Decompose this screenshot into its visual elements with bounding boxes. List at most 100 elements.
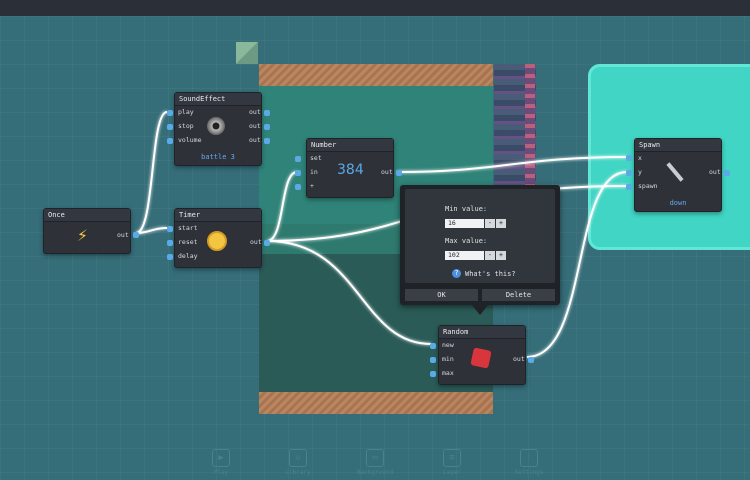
min-label: min — [442, 355, 454, 363]
settings-tab[interactable]: ⫶ Settings — [504, 449, 554, 476]
image-icon: ▭ — [366, 449, 384, 467]
plus-label: + — [310, 182, 314, 190]
bottom-toolbar: ▶ Play ◇ Library ▭ Background ≡ Layer ⫶ Setti… — [0, 445, 750, 480]
out-port[interactable] — [264, 138, 270, 144]
node-title: Random — [439, 326, 525, 339]
sliders-icon: ⫶ — [520, 449, 538, 467]
delay-label: delay — [178, 252, 198, 260]
max-increment-button[interactable]: + — [496, 251, 506, 260]
number-node[interactable]: Number set in + 384 out — [295, 138, 402, 198]
out-label: out — [709, 168, 721, 176]
background-tab-label: Background — [356, 469, 394, 476]
speaker-icon — [207, 117, 225, 135]
node-title: Once — [44, 209, 130, 222]
max-value-label: Max value: — [445, 237, 488, 245]
play-tab-label: Play — [213, 469, 229, 476]
flag-icon — [236, 42, 258, 64]
plus-port[interactable] — [295, 184, 301, 190]
out-label: out — [249, 136, 261, 144]
timer-node[interactable]: Timer start reset delay out — [167, 208, 270, 268]
play-icon: ▶ — [212, 449, 230, 467]
spawn-name: down — [669, 199, 687, 207]
x-port[interactable] — [626, 155, 632, 161]
sound-name: battle 3 — [201, 153, 235, 161]
layer-tab-label: Layer — [442, 469, 462, 476]
lightning-icon: ⚡ — [77, 225, 88, 246]
alarm-clock-icon — [207, 231, 227, 251]
settings-tab-label: Settings — [514, 469, 544, 476]
popup-body: Min value: 16 - + Max value: 102 - + ? W… — [405, 189, 555, 283]
min-decrement-button[interactable]: - — [485, 219, 495, 228]
out-label: out — [249, 108, 261, 116]
cube-icon: ◇ — [289, 449, 307, 467]
delay-port[interactable] — [167, 254, 173, 260]
once-node[interactable]: Once ⚡ out — [43, 208, 139, 254]
bottom-platform — [259, 392, 493, 414]
play-port[interactable] — [167, 110, 173, 116]
top-platform — [259, 64, 493, 86]
dice-icon — [470, 347, 492, 369]
number-value: 384 — [337, 162, 364, 178]
library-tab-label: Library — [285, 469, 311, 476]
set-port[interactable] — [295, 156, 301, 162]
min-value-label: Min value: — [445, 205, 488, 213]
play-label: play — [178, 108, 194, 116]
ok-button[interactable]: OK — [405, 289, 478, 301]
delete-button[interactable]: Delete — [482, 289, 555, 301]
sound-effect-node[interactable]: SoundEffect play stop volume out out out… — [167, 92, 270, 166]
out-port[interactable] — [264, 124, 270, 130]
out-label: out — [249, 122, 261, 130]
node-title: Number — [307, 139, 393, 152]
help-icon[interactable]: ? — [452, 269, 461, 278]
max-value-field[interactable]: 102 — [445, 251, 484, 260]
out-port[interactable] — [133, 232, 139, 238]
max-decrement-button[interactable]: - — [485, 251, 495, 260]
popup-pointer — [472, 305, 488, 315]
layer-tab[interactable]: ≡ Layer — [427, 449, 477, 476]
node-title: Timer — [175, 209, 261, 222]
max-port[interactable] — [430, 371, 436, 377]
wand-icon — [666, 162, 684, 182]
in-label: in — [310, 168, 318, 176]
out-label: out — [250, 238, 262, 246]
whats-this-link[interactable]: What's this? — [465, 270, 516, 278]
out-port[interactable] — [724, 170, 730, 176]
stop-label: stop — [178, 122, 194, 130]
out-label: out — [513, 355, 525, 363]
min-value-field[interactable]: 16 — [445, 219, 484, 228]
random-settings-popup: Min value: 16 - + Max value: 102 - + ? W… — [400, 185, 560, 305]
in-port[interactable] — [295, 170, 301, 176]
out-port[interactable] — [396, 170, 402, 176]
play-tab[interactable]: ▶ Play — [196, 449, 246, 476]
spawn-port[interactable] — [626, 184, 632, 190]
y-label: y — [638, 168, 642, 176]
top-bar — [0, 0, 750, 16]
x-label: x — [638, 154, 642, 162]
y-port[interactable] — [626, 170, 632, 176]
out-port[interactable] — [264, 110, 270, 116]
set-label: set — [310, 154, 322, 162]
background-tab[interactable]: ▭ Background — [350, 449, 400, 476]
start-port[interactable] — [167, 226, 173, 232]
random-node[interactable]: Random new min max out — [430, 325, 534, 385]
spawn-label: spawn — [638, 182, 658, 190]
node-title: Spawn — [635, 139, 721, 152]
stop-port[interactable] — [167, 124, 173, 130]
max-label: max — [442, 369, 454, 377]
out-label: out — [117, 231, 129, 239]
out-label: out — [381, 168, 393, 176]
spawn-node[interactable]: Spawn x y spawn out down — [626, 138, 730, 212]
out-port[interactable] — [528, 357, 534, 363]
reset-port[interactable] — [167, 240, 173, 246]
library-tab[interactable]: ◇ Library — [273, 449, 323, 476]
layers-icon: ≡ — [443, 449, 461, 467]
new-label: new — [442, 341, 454, 349]
volume-port[interactable] — [167, 138, 173, 144]
start-label: start — [178, 224, 198, 232]
volume-label: volume — [178, 136, 202, 144]
min-increment-button[interactable]: + — [496, 219, 506, 228]
new-port[interactable] — [430, 343, 436, 349]
node-title: SoundEffect — [175, 93, 261, 106]
min-port[interactable] — [430, 357, 436, 363]
out-port[interactable] — [264, 240, 270, 246]
